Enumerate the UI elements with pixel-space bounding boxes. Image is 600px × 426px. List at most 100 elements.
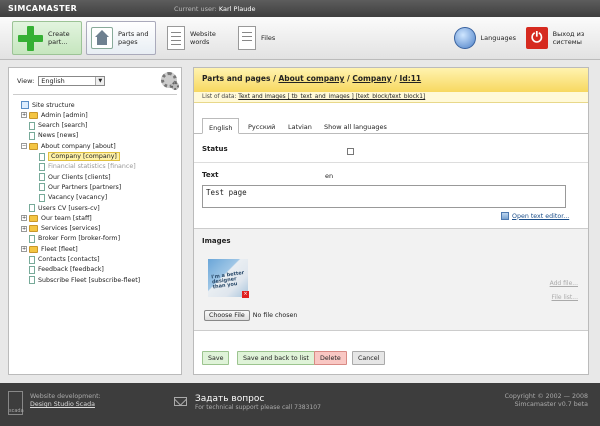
tree-item-label: Subscribe Fleet [subscribe-fleet]	[38, 276, 141, 284]
app-logo: SIMCAMASTER	[8, 4, 78, 13]
tab-english[interactable]: English	[202, 118, 240, 134]
folder-icon	[29, 245, 38, 253]
tree-folder[interactable]: + Admin [admin]	[21, 110, 88, 120]
tree-item-label: Services [services]	[41, 225, 101, 233]
images-label: Images	[202, 237, 231, 245]
ask-question[interactable]: Задать вопрос For technical support plea…	[174, 394, 321, 411]
open-text-editor-link[interactable]: Open text editor...	[501, 212, 569, 220]
breadcrumb: Parts and pages / About company / Compan…	[194, 68, 588, 92]
tree-item-label: Our Clients [clients]	[48, 173, 111, 181]
languages-label: Languages	[480, 34, 516, 42]
save-and-back-button[interactable]: Save and back to list	[237, 351, 315, 365]
breadcrumb-root: Parts and pages	[202, 74, 271, 83]
tree-item[interactable]: Company [company]	[39, 152, 120, 162]
site-icon	[21, 101, 29, 109]
support-phone: For technical support please call 738310…	[195, 404, 321, 411]
tree-item-label: Fleet [fleet]	[41, 245, 78, 253]
tree-item[interactable]: News [news]	[21, 131, 78, 141]
files-button[interactable]: Files	[234, 21, 284, 55]
text-textarea[interactable]: Test page	[202, 185, 566, 208]
envelope-icon	[174, 397, 187, 406]
plus-icon	[17, 25, 43, 51]
image-caption: I'm a better designer than you	[210, 269, 245, 291]
ask-question-title: Задать вопрос	[195, 394, 265, 404]
website-words-label: Website words	[190, 30, 216, 46]
document-icon	[167, 26, 185, 50]
development-info: Website development: Design Studio Scada	[30, 393, 101, 408]
breadcrumb-id[interactable]: Id:11	[400, 74, 422, 83]
tree-folder[interactable]: + Services [services]	[21, 224, 100, 234]
tree-root[interactable]: Site structure	[21, 100, 75, 110]
breadcrumb-about-company[interactable]: About company	[278, 74, 344, 83]
tree-item[interactable]: Users CV [users-cv]	[21, 203, 100, 213]
create-part-button[interactable]: Create part...	[12, 21, 82, 55]
tree-item[interactable]: Vacancy [vacancy]	[39, 193, 107, 203]
website-words-button[interactable]: Website words	[163, 21, 235, 55]
cancel-button[interactable]: Cancel	[352, 351, 386, 365]
view-label: View:	[17, 77, 35, 85]
tab-show-all[interactable]: Show all languages	[318, 118, 393, 134]
copyright: Copyright © 2002 — 2008 Simcamaster v0.7…	[504, 393, 588, 408]
tree-item[interactable]: Financial statistics [finance]	[39, 162, 136, 172]
folder-icon	[29, 225, 38, 233]
tree-item-label: Company [company]	[48, 152, 120, 161]
tree-folder[interactable]: + Our team [staff]	[21, 213, 92, 223]
file-list-link[interactable]: File list...	[552, 294, 578, 301]
page-icon	[39, 173, 45, 182]
tree-item[interactable]: Contacts [contacts]	[21, 255, 100, 265]
tree-folder[interactable]: − About company [about]	[21, 141, 116, 151]
tree-item[interactable]: Our Clients [clients]	[39, 172, 111, 182]
tree-item[interactable]: Feedback [feedback]	[21, 265, 104, 275]
delete-button[interactable]: Delete	[314, 351, 347, 365]
tree-item-label: Broker Form [broker-form]	[38, 235, 121, 243]
folder-icon	[29, 111, 38, 119]
tree-item-label: News [news]	[38, 132, 79, 140]
tree-folder[interactable]: + Fleet [fleet]	[21, 244, 78, 254]
tree-item-label: About company [about]	[41, 142, 116, 150]
view-selector: View: English ▼	[17, 76, 106, 86]
parts-pages-button[interactable]: Parts and pages	[86, 21, 156, 55]
page-icon	[29, 121, 35, 130]
scada-logo: scada	[8, 391, 24, 415]
tree-item-label: Feedback [feedback]	[38, 266, 104, 274]
files-label: Files	[261, 34, 276, 42]
editor-icon	[501, 212, 509, 220]
breadcrumb-company[interactable]: Company	[352, 74, 391, 83]
list-of-data-link[interactable]: Text and images [ tb_text_and_images ] […	[238, 94, 425, 100]
tree-item[interactable]: Subscribe Fleet [subscribe-fleet]	[21, 275, 140, 285]
view-select[interactable]: English ▼	[38, 76, 106, 86]
page-icon	[29, 234, 35, 243]
tree-item[interactable]: Search [search]	[21, 121, 87, 131]
delete-image-icon[interactable]: ×	[242, 291, 249, 298]
images-section: Images I'm a better designer than you × …	[194, 228, 588, 331]
tree-item-label: Our team [staff]	[41, 214, 92, 222]
page-icon	[39, 193, 45, 202]
tree-item-label: Site structure	[32, 101, 75, 109]
tab-russian[interactable]: Русский	[242, 118, 281, 134]
languages-button[interactable]: Languages	[450, 21, 520, 55]
logout-label: Выход из системы	[552, 30, 585, 46]
editor-panel: Parts and pages / About company / Compan…	[193, 67, 589, 375]
tab-latvian[interactable]: Latvian	[282, 118, 318, 134]
choose-file-button[interactable]: Choose File	[204, 310, 250, 321]
add-file-link[interactable]: Add file...	[550, 280, 578, 287]
tree-item-label: Admin [admin]	[41, 111, 88, 119]
expand-icon[interactable]: +	[21, 215, 27, 222]
tree-item-label: Users CV [users-cv]	[38, 204, 100, 212]
expand-icon[interactable]: +	[21, 225, 27, 232]
expand-icon[interactable]: +	[21, 246, 27, 253]
create-part-label: Create part...	[48, 30, 70, 46]
no-file-text: No file chosen	[252, 312, 298, 319]
divider	[13, 94, 177, 95]
scada-link[interactable]: Design Studio Scada	[30, 401, 95, 408]
footer: scada Website development: Design Studio…	[0, 383, 600, 426]
files-icon	[238, 26, 256, 50]
save-button[interactable]: Save	[202, 351, 230, 365]
tree-item[interactable]: Broker Form [broker-form]	[21, 234, 120, 244]
status-checkbox[interactable]	[347, 148, 354, 155]
tree-item[interactable]: Our Partners [partners]	[39, 182, 121, 192]
collapse-icon[interactable]: −	[21, 143, 27, 150]
expand-icon[interactable]: +	[21, 112, 27, 119]
logout-button[interactable]: ⏻ Выход из системы	[522, 21, 596, 55]
folder-icon	[29, 214, 38, 222]
